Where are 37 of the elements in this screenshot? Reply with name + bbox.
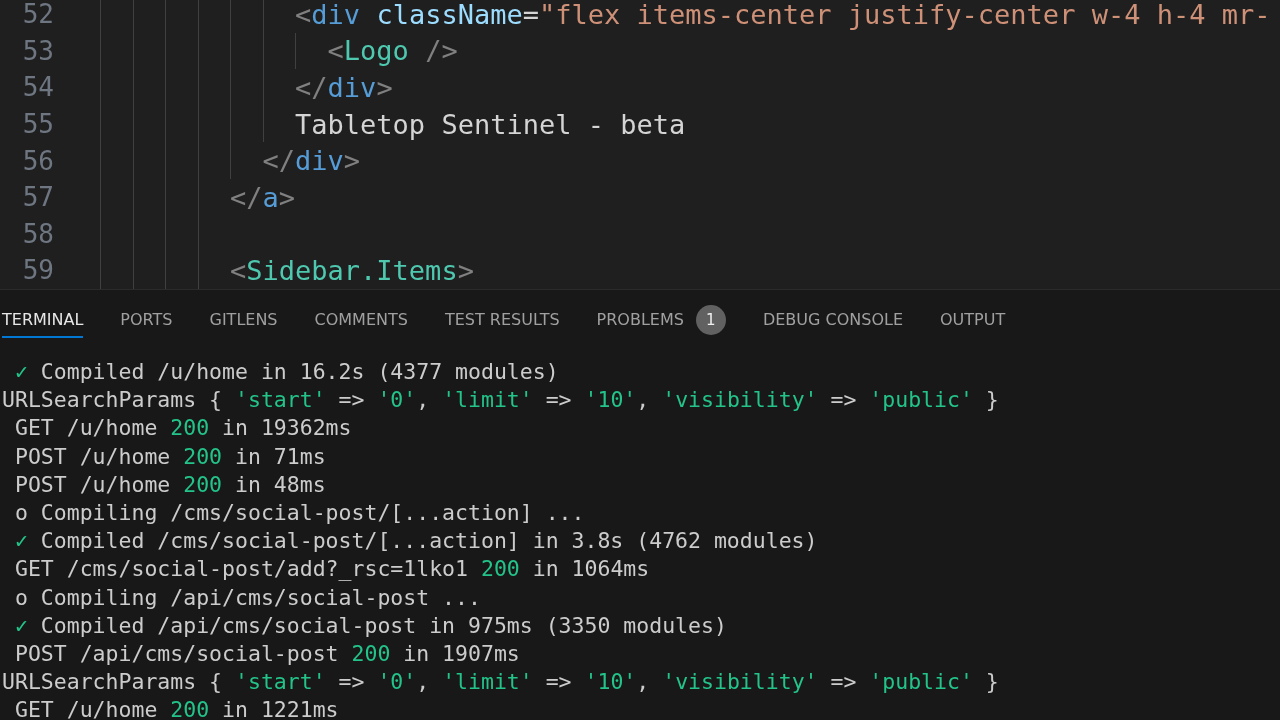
code-line: <div className="flex items-center justify-center w-4 h-4 mr-	[295, 0, 1271, 28]
terminal-line: GET /cms/social-post/add?_rsc=1lko1 200 in 1064ms	[13, 555, 650, 584]
terminal-line: GET /u/home 200 in 1221ms	[13, 696, 339, 720]
line-number: 54	[21, 74, 54, 101]
code-line: Tabletop Sentinel - beta	[295, 110, 686, 138]
panel-tab[interactable]: PORTS	[120, 302, 173, 338]
code-line: </div>	[262, 147, 361, 175]
terminal-line: o Compiling /api/cms/social-post ...	[13, 583, 481, 612]
code-line: </a>	[230, 183, 296, 211]
code-line: </div>	[295, 74, 393, 101]
terminal-line: o Compiling /cms/social-post/[...action] ...	[13, 498, 585, 527]
line-number: 55	[21, 111, 54, 138]
line-number: 53	[21, 37, 54, 64]
panel-tab[interactable]: COMMENTS	[314, 302, 408, 338]
code-line: <Logo />	[327, 37, 458, 65]
code-line: <Sidebar.Items>	[230, 256, 474, 284]
line-number: 56	[21, 147, 54, 174]
terminal-line: GET /u/home 200 in 19362ms	[13, 414, 352, 443]
terminal-line: ✓ Compiled /cms/social-post/[...action] in 3.8s (4762 modules)	[13, 527, 818, 556]
terminal-line: URLSearchParams { 'start' => '0', 'limit' => '10', 'visibility' => 'public' }	[1, 668, 999, 697]
panel-tab[interactable]: PROBLEMS 1	[596, 296, 726, 344]
terminal-line: POST /u/home 200 in 48ms	[13, 470, 326, 499]
line-number: 52	[21, 1, 54, 28]
terminal-line: POST /api/cms/social-post 200 in 1907ms	[13, 639, 520, 668]
terminal-line: POST /u/home 200 in 71ms	[13, 442, 326, 471]
count-badge: 1	[695, 304, 726, 335]
terminal-line: ✓ Compiled /api/cms/social-post in 975ms (3350 modules)	[13, 611, 727, 640]
line-number: 58	[21, 220, 54, 247]
panel-tab[interactable]: DEBUG CONSOLE	[762, 302, 903, 338]
panel-tab[interactable]: TERMINAL	[2, 302, 84, 338]
panel-tab[interactable]: OUTPUT	[940, 302, 1006, 338]
panel-tab[interactable]: TEST RESULTS	[444, 302, 560, 338]
panel-tab[interactable]: GITLENS	[209, 302, 278, 338]
terminal-line: URLSearchParams { 'start' => '0', 'limit' => '10', 'visibility' => 'public' }	[1, 386, 999, 415]
line-number: 59	[21, 257, 54, 284]
terminal-line: ✓ Compiled /u/home in 16.2s (4377 modules)	[13, 358, 559, 386]
line-number: 57	[21, 184, 54, 211]
